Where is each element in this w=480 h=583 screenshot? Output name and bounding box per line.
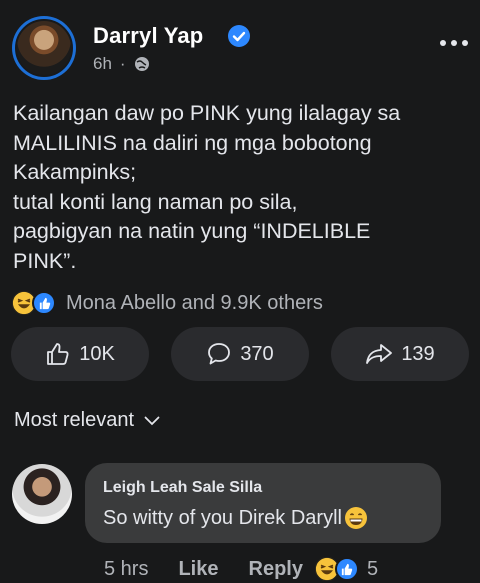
post-text-line: Kakampinks; xyxy=(13,160,137,184)
comment-sort-dropdown[interactable]: Most relevant xyxy=(14,409,160,432)
post-header: Darryl Yap 6h · xyxy=(12,16,468,80)
share-icon xyxy=(366,344,393,364)
globe-icon xyxy=(134,57,149,71)
post-meta: 6h · xyxy=(93,54,150,74)
author-name[interactable]: Darryl Yap xyxy=(93,23,203,49)
comment-actions: 5 hrs Like Reply 5 xyxy=(104,555,378,583)
comment-text: So witty of you Direk Daryll xyxy=(103,506,368,530)
comment-reply-button[interactable]: Reply xyxy=(249,558,303,581)
comment-body: So witty of you Direk Daryll xyxy=(103,506,342,529)
like-icon xyxy=(32,291,56,315)
comment-reaction-count: 5 xyxy=(366,557,379,580)
comment-reactions[interactable] xyxy=(314,556,363,582)
like-button[interactable]: 10K xyxy=(11,327,149,381)
like-icon xyxy=(334,557,359,581)
share-count: 139 xyxy=(401,342,435,365)
comment-icon xyxy=(208,343,231,365)
post-time[interactable]: 6h xyxy=(93,54,112,74)
grin-emoji-icon xyxy=(344,507,367,529)
post-text-line: pagbigyan na natin yung “INDELIBLE xyxy=(13,219,371,243)
post-text-line: tutal konti lang naman po sila, xyxy=(13,189,298,214)
reactions-summary[interactable]: Mona Abello and 9.9K others xyxy=(12,289,323,317)
comment-author[interactable]: Leigh Leah Sale Silla xyxy=(103,479,262,497)
like-count: 10K xyxy=(79,342,115,365)
share-button[interactable]: 139 xyxy=(331,327,469,381)
reactions-text: Mona Abello and 9.9K others xyxy=(66,291,323,314)
sort-label: Most relevant xyxy=(14,409,135,431)
comment-time[interactable]: 5 hrs xyxy=(104,558,148,581)
commenter-avatar[interactable] xyxy=(12,464,72,524)
thumbs-up-icon xyxy=(47,343,69,365)
post-text: Kailangan daw po PINK yung ilalagay sa M… xyxy=(13,99,468,276)
comment-bubble: Leigh Leah Sale Silla So witty of you Di… xyxy=(85,463,441,543)
reaction-icons xyxy=(12,290,64,316)
comment-like-button[interactable]: Like xyxy=(178,558,218,581)
post-text-line: Kailangan daw po PINK yung ilalagay sa xyxy=(13,101,401,125)
author-avatar[interactable] xyxy=(12,16,76,80)
verified-icon xyxy=(228,25,250,47)
more-options-icon[interactable] xyxy=(440,38,468,48)
chevron-down-icon xyxy=(144,416,160,425)
post-text-line: MALILINIS na daliri ng mga bobotong xyxy=(13,130,372,155)
comment-count: 370 xyxy=(240,342,274,365)
comment-button[interactable]: 370 xyxy=(171,327,309,381)
post-text-line: PINK”. xyxy=(13,248,77,273)
meta-separator: · xyxy=(119,54,126,73)
